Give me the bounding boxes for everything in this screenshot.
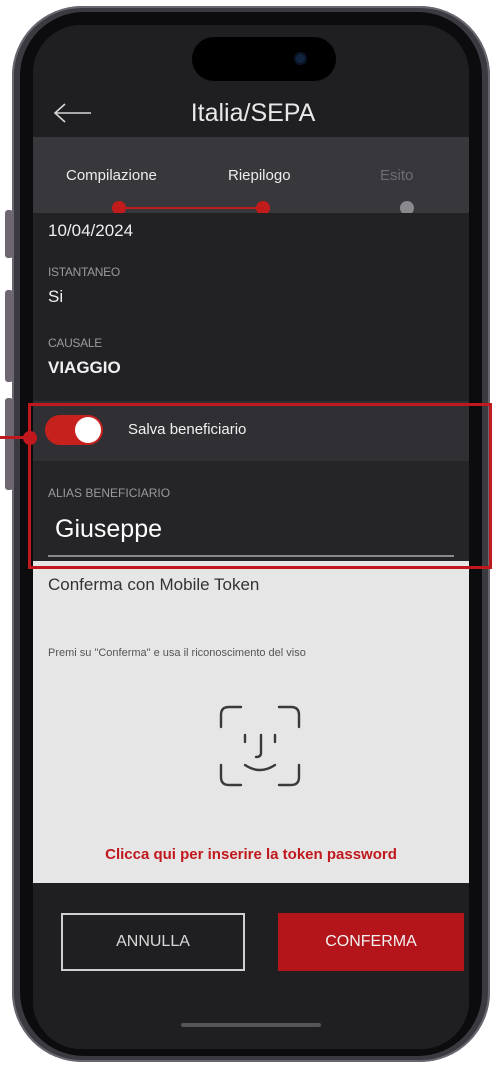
- reason-value: VIAGGIO: [48, 358, 121, 377]
- page-title: Italia/SEPA: [190, 99, 316, 127]
- stepper-progress-line: [119, 207, 263, 209]
- token-password-link[interactable]: Clicca qui per inserire la token passwor…: [33, 846, 469, 863]
- confirm-button[interactable]: CONFERMA: [278, 913, 464, 971]
- app-header: Italia/SEPA: [33, 25, 469, 137]
- reason-label: CAUSALE: [48, 336, 102, 350]
- step-compilazione-label: Compilazione: [66, 167, 157, 184]
- home-indicator[interactable]: [181, 1023, 321, 1027]
- instant-value: Si: [48, 287, 64, 306]
- step-esito-label: Esito: [380, 167, 414, 184]
- transfer-date: 10/04/2024: [48, 221, 134, 240]
- face-id-icon[interactable]: [215, 701, 305, 791]
- callout-dot: [23, 431, 37, 445]
- step-riepilogo-label: Riepilogo: [228, 167, 291, 184]
- action-footer: ANNULLA CONFERMA: [33, 883, 469, 1049]
- side-button-volume-down: [5, 398, 13, 490]
- highlight-box: [28, 403, 492, 569]
- side-button-volume-up: [5, 290, 13, 382]
- camera-icon: [296, 54, 305, 63]
- summary-section: 10/04/2024 ISTANTANEO Si CAUSALE VIAGGIO: [33, 213, 469, 401]
- token-hint: Premi su "Conferma" e usa il riconoscime…: [48, 647, 306, 659]
- instant-label: ISTANTANEO: [48, 265, 120, 279]
- token-title: Conferma con Mobile Token: [48, 575, 260, 594]
- dynamic-island: [192, 37, 336, 81]
- stepper: Compilazione Riepilogo Esito: [33, 137, 469, 215]
- mobile-token-panel: Conferma con Mobile Token Premi su "Conf…: [33, 561, 469, 883]
- side-button-mute: [5, 210, 13, 258]
- arrow-left-icon[interactable]: [51, 101, 93, 125]
- cancel-button[interactable]: ANNULLA: [61, 913, 245, 971]
